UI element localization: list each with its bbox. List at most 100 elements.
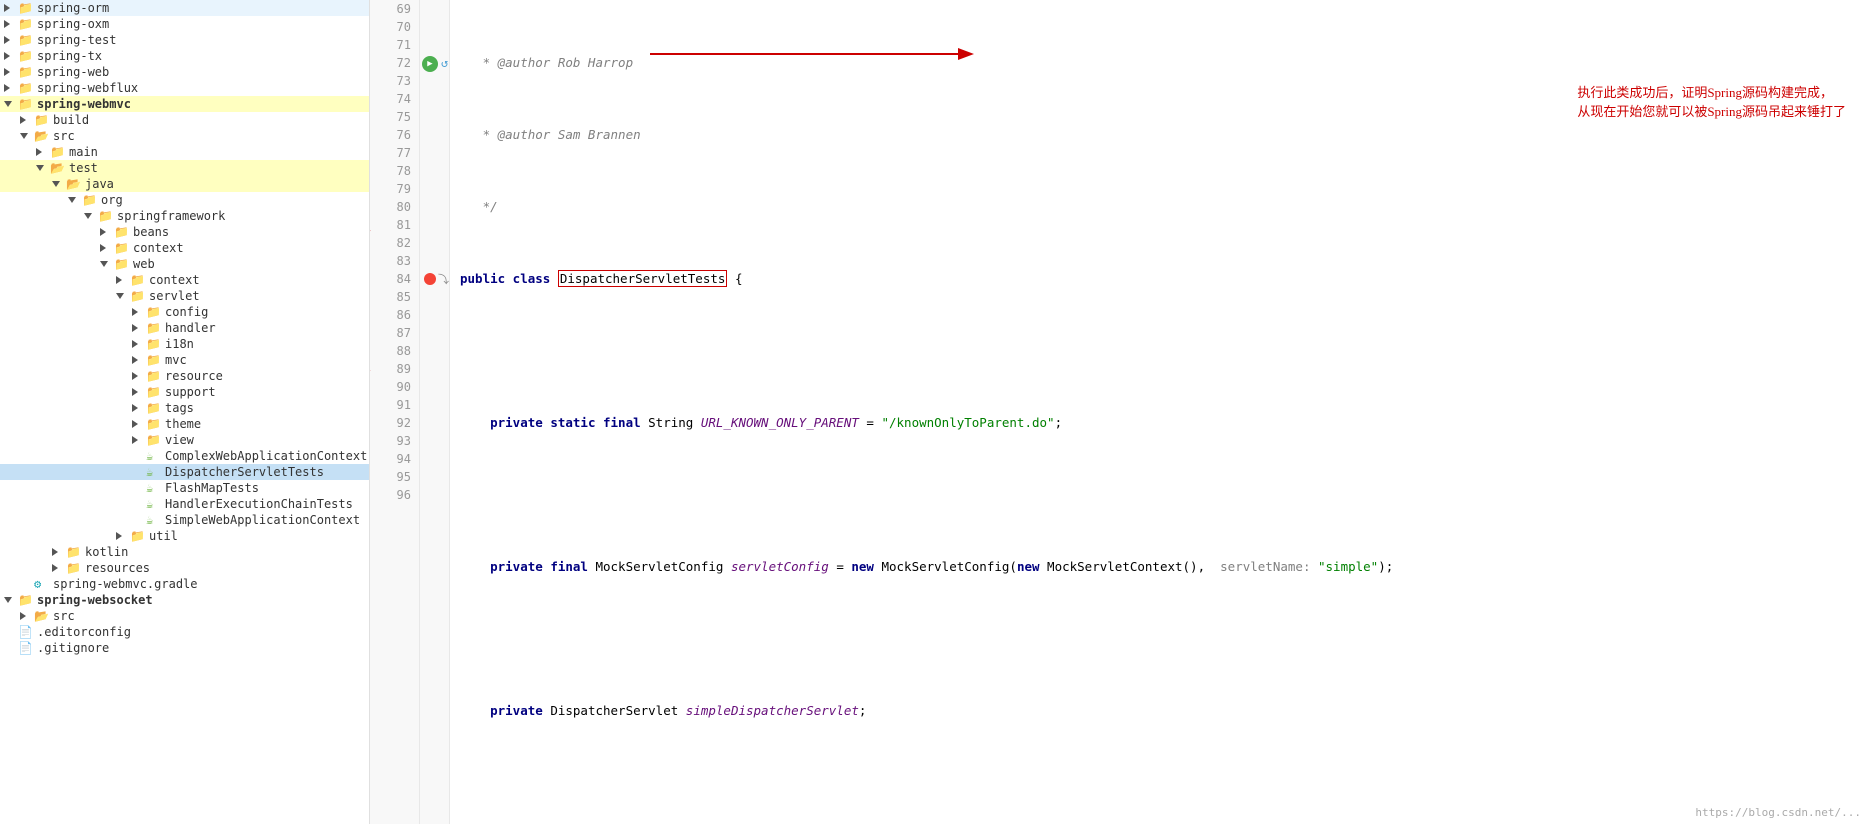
sidebar-item-i18n[interactable]: 📁 i18n — [0, 336, 369, 352]
code-content[interactable]: * @author Rob Harrop * @author Sam Brann… — [450, 0, 1866, 824]
folder-icon: 📁 — [18, 81, 34, 95]
sidebar-item-label: theme — [165, 417, 201, 431]
sidebar-item-label: spring-webmvc — [37, 97, 131, 111]
sidebar-item-java[interactable]: 📂 java — [0, 176, 369, 192]
sidebar-item-label: FlashMapTests — [165, 481, 259, 495]
code-line-75 — [460, 486, 1866, 504]
sidebar-item-handler-execution[interactable]: ☕ HandlerExecutionChainTests — [0, 496, 369, 512]
code-line-69: * @author Rob Harrop — [460, 54, 1866, 72]
reload-icon[interactable]: ↺ — [441, 56, 455, 70]
arrow-icon — [4, 3, 18, 14]
sidebar-item-complex-web[interactable]: ☕ ComplexWebApplicationContext — [0, 448, 369, 464]
sidebar-item-flashmap-tests[interactable]: ☕ FlashMapTests — [0, 480, 369, 496]
arrow-icon — [132, 355, 146, 366]
folder-icon: 📁 — [146, 305, 162, 319]
run-icon[interactable]: ▶ — [422, 56, 438, 72]
sidebar-item-mvc[interactable]: 📁 mvc — [0, 352, 369, 368]
sidebar-item-main[interactable]: 📁 main — [0, 144, 369, 160]
sidebar-item-label: spring-oxm — [37, 17, 109, 31]
sidebar-item-label: spring-test — [37, 33, 116, 47]
arrow-icon — [132, 387, 146, 398]
sidebar-item-kotlin[interactable]: 📁 kotlin — [0, 544, 369, 560]
sidebar-item-context[interactable]: 📁 context — [0, 240, 369, 256]
sidebar-item-editorconfig[interactable]: 📄 .editorconfig — [0, 624, 369, 640]
arrow-icon — [116, 275, 130, 286]
sidebar-item-web-context[interactable]: 📁 context — [0, 272, 369, 288]
sidebar-item-label: src — [53, 609, 75, 623]
folder-icon: 📁 — [146, 337, 162, 351]
sidebar-item-label: support — [165, 385, 216, 399]
breakpoint-icon[interactable] — [424, 273, 436, 285]
sidebar-item-dispatcher-servlet-tests[interactable]: ☕ DispatcherServletTests — [0, 464, 369, 480]
file-tree[interactable]: 📁 spring-orm 📁 spring-oxm 📁 spring-test … — [0, 0, 370, 824]
code-line-79 — [460, 774, 1866, 792]
sidebar-item-simple-web[interactable]: ☕ SimpleWebApplicationContext — [0, 512, 369, 528]
sidebar-item-web[interactable]: 📁 web — [0, 256, 369, 272]
sidebar-item-spring-test[interactable]: 📁 spring-test — [0, 32, 369, 48]
arrow-icon — [36, 147, 50, 158]
folder-icon: 📁 — [146, 385, 162, 399]
sidebar-item-label: spring-orm — [37, 1, 109, 15]
sidebar-item-websocket-src[interactable]: 📂 src — [0, 608, 369, 624]
arrow-icon — [4, 83, 18, 94]
arrow-icon — [20, 115, 34, 126]
folder-icon: 📁 — [146, 401, 162, 415]
sidebar-item-label: src — [53, 129, 75, 143]
code-line-77 — [460, 630, 1866, 648]
sidebar-item-org[interactable]: 📁 org — [0, 192, 369, 208]
sidebar-item-spring-webmvc[interactable]: 📁 spring-webmvc — [0, 96, 369, 112]
arrow-icon — [52, 563, 66, 574]
sidebar-item-springframework[interactable]: 📁 springframework — [0, 208, 369, 224]
java-file-icon: ☕ — [146, 481, 162, 495]
code-editor[interactable]: 69 70 71 72 73 74 75 76 77 78 79 80 81 8… — [370, 0, 1866, 824]
sidebar-item-util[interactable]: 📁 util — [0, 528, 369, 544]
sidebar-item-src[interactable]: 📂 src — [0, 128, 369, 144]
folder-icon: 📁 — [82, 193, 98, 207]
sidebar-item-tags[interactable]: 📁 tags — [0, 400, 369, 416]
sidebar-item-resource[interactable]: 📁 resource — [0, 368, 369, 384]
java-file-icon: ☕ — [146, 465, 162, 479]
sidebar-item-gitignore[interactable]: 📄 .gitignore — [0, 640, 369, 656]
folder-icon: 📁 — [130, 529, 146, 543]
sidebar-item-view[interactable]: 📁 view — [0, 432, 369, 448]
sidebar-item-test[interactable]: 📂 test — [0, 160, 369, 176]
sidebar-item-label: DispatcherServletTests — [165, 465, 324, 479]
sidebar-item-label: mvc — [165, 353, 187, 367]
sidebar-item-label: resources — [85, 561, 150, 575]
arrow-icon — [52, 179, 66, 190]
sidebar-item-spring-oxm[interactable]: 📁 spring-oxm — [0, 16, 369, 32]
sidebar-item-spring-orm[interactable]: 📁 spring-orm — [0, 0, 369, 16]
sidebar-item-spring-tx[interactable]: 📁 spring-tx — [0, 48, 369, 64]
sidebar-item-beans[interactable]: 📁 beans — [0, 224, 369, 240]
arrow-icon — [100, 227, 114, 238]
arrow-icon — [4, 99, 18, 110]
sidebar-item-label: kotlin — [85, 545, 128, 559]
sidebar-item-gradle[interactable]: ⚙ spring-webmvc.gradle — [0, 576, 369, 592]
arrow-icon — [20, 131, 34, 142]
arrow-icon — [4, 35, 18, 46]
folder-icon: 📁 — [18, 17, 34, 31]
folder-icon: 📁 — [114, 241, 130, 255]
sidebar-item-servlet[interactable]: 📁 servlet — [0, 288, 369, 304]
folder-icon: 📁 — [130, 273, 146, 287]
sidebar-item-config[interactable]: 📁 config — [0, 304, 369, 320]
sidebar-item-spring-websocket[interactable]: 📁 spring-websocket — [0, 592, 369, 608]
arrow-icon — [100, 259, 114, 270]
sidebar-item-theme[interactable]: 📁 theme — [0, 416, 369, 432]
src-icon: 📂 — [34, 609, 50, 623]
folder-icon: 📁 — [114, 257, 130, 271]
sidebar-item-handler[interactable]: 📁 handler — [0, 320, 369, 336]
sidebar-item-resources[interactable]: 📁 resources — [0, 560, 369, 576]
sidebar-item-build[interactable]: 📁 build — [0, 112, 369, 128]
file-icon: 📄 — [18, 641, 34, 655]
sidebar-item-support[interactable]: 📁 support — [0, 384, 369, 400]
watermark: https://blog.csdn.net/... — [1695, 806, 1861, 819]
sidebar-item-spring-webflux[interactable]: 📁 spring-webflux — [0, 80, 369, 96]
sidebar-item-label: beans — [133, 225, 169, 239]
step-over-icon[interactable]: ⤵ — [438, 273, 452, 287]
sidebar-item-label: context — [133, 241, 184, 255]
sidebar-item-label: spring-webmvc.gradle — [53, 577, 198, 591]
sidebar-item-label: HandlerExecutionChainTests — [165, 497, 353, 511]
arrow-icon — [132, 435, 146, 446]
sidebar-item-spring-web[interactable]: 📁 spring-web — [0, 64, 369, 80]
